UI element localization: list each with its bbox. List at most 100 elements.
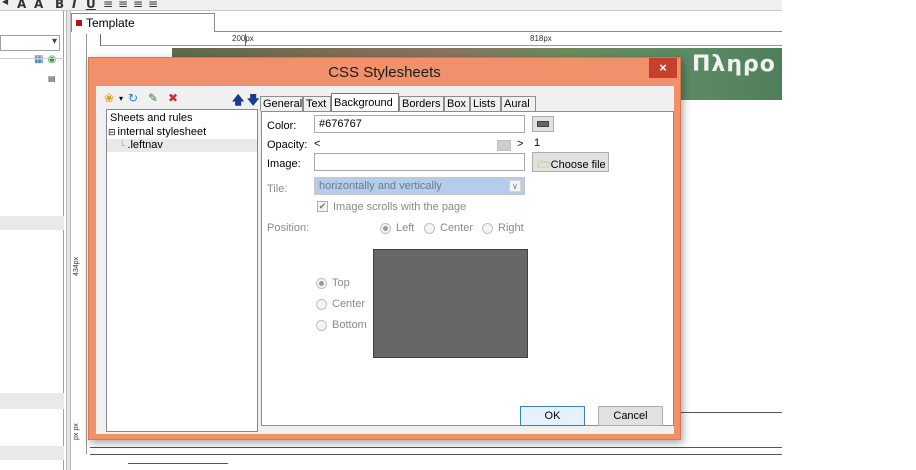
image-input[interactable] bbox=[314, 153, 525, 171]
panel-select[interactable]: ▾ bbox=[0, 35, 60, 51]
banner-title: Πληρο bbox=[692, 52, 776, 77]
tree-item-label: internal stylesheet bbox=[117, 126, 207, 138]
position-left-radio[interactable] bbox=[380, 223, 391, 234]
content-width: 818px bbox=[530, 34, 552, 43]
dialog-body: ❀ ▾ ↻ ✎ ✖ 🡅 🡇 Sheets and rules ⊟ internal… bbox=[96, 86, 674, 434]
tile-label: Tile: bbox=[267, 183, 288, 195]
delete-icon[interactable]: ✖ bbox=[168, 91, 178, 105]
tab-aural[interactable]: Aural bbox=[501, 96, 536, 111]
scroll-checkbox[interactable]: ✔ bbox=[317, 201, 328, 212]
dropdown-arrow-icon[interactable]: ▾ bbox=[119, 94, 123, 103]
stylesheet-tree[interactable]: Sheets and rules ⊟ internal stylesheet └.… bbox=[106, 109, 258, 432]
color-swatch bbox=[537, 121, 549, 127]
bold-button[interactable]: B bbox=[55, 0, 64, 11]
slider-decrease-arrow[interactable]: < bbox=[314, 138, 320, 150]
toolbar-arrow-icon[interactable]: ◀ bbox=[2, 0, 8, 6]
tree-item-internal-stylesheet[interactable]: ⊟ internal stylesheet bbox=[108, 126, 206, 139]
dialog-title: CSS Stylesheets bbox=[328, 64, 441, 81]
slider-thumb[interactable] bbox=[497, 140, 511, 151]
position-label: Position: bbox=[267, 222, 310, 234]
background-panel: Color: #676767 Opacity: < > 1 Image: 🗁Ch… bbox=[261, 111, 674, 426]
stylesheet-toolbar: ❀ ▾ ↻ ✎ ✖ 🡅 🡇 bbox=[104, 91, 260, 109]
ruler-mark bbox=[245, 34, 246, 46]
tab-lists[interactable]: Lists bbox=[470, 96, 501, 111]
position-left-label: Left bbox=[396, 222, 415, 234]
ruler-mark bbox=[100, 34, 101, 46]
position-center-radio[interactable] bbox=[424, 223, 435, 234]
tile-select-value: horizontally and vertically bbox=[319, 180, 442, 192]
vertical-ruler: 434px px px bbox=[73, 34, 87, 454]
panel-section-header bbox=[0, 216, 64, 230]
align-center-icon[interactable]: ≡ bbox=[118, 0, 128, 11]
opacity-value: 1 bbox=[534, 137, 541, 149]
pin-icon[interactable]: ▤ bbox=[48, 74, 56, 83]
choose-file-label: Choose file bbox=[550, 159, 606, 171]
slider-increase-arrow[interactable]: > bbox=[517, 138, 523, 150]
divider bbox=[0, 58, 64, 59]
color-label: Color: bbox=[267, 120, 297, 132]
align-left-icon[interactable]: ≡ bbox=[103, 0, 113, 11]
refresh-icon[interactable]: ↻ bbox=[128, 91, 138, 105]
opacity-label: Opacity: bbox=[267, 139, 308, 151]
css-stylesheets-dialog: CSS Stylesheets × ❀ ▾ ↻ ✎ ✖ 🡅 🡇 Sheets a… bbox=[88, 57, 681, 440]
tab-template[interactable]: Template bbox=[71, 13, 215, 32]
opacity-slider[interactable]: < > bbox=[314, 138, 524, 151]
italic-button[interactable]: I bbox=[72, 0, 76, 11]
color-picker-button[interactable] bbox=[532, 116, 554, 132]
left-side-panel: ▾ ▦ ◉ ▤ bbox=[0, 11, 64, 470]
background-preview bbox=[373, 249, 528, 358]
tab-background[interactable]: Background bbox=[331, 93, 399, 112]
panel-section-header bbox=[0, 446, 64, 460]
bottom-height-label: px px bbox=[73, 423, 80, 441]
color-input[interactable]: #676767 bbox=[314, 115, 525, 133]
chevron-down-icon: ▾ bbox=[51, 36, 57, 47]
tab-text[interactable]: Text bbox=[303, 96, 331, 111]
tab-box[interactable]: Box bbox=[444, 96, 470, 111]
formatting-toolbar: ◀ A A B I U ≡ ≡ ≡ ≡ bbox=[0, 0, 782, 11]
ok-button[interactable]: OK bbox=[520, 406, 585, 426]
position-top-label: Top bbox=[332, 277, 350, 289]
choose-file-button[interactable]: 🗁Choose file bbox=[532, 152, 609, 172]
tree-item-label: .leftnav bbox=[127, 139, 163, 151]
horizontal-ruler: 200px 818px bbox=[100, 34, 782, 46]
layout-guide bbox=[90, 447, 782, 448]
position-bottom-radio[interactable] bbox=[316, 320, 327, 331]
tab-general[interactable]: General bbox=[260, 96, 303, 111]
image-label: Image: bbox=[267, 158, 301, 170]
document-icon bbox=[76, 20, 82, 26]
layout-guide bbox=[128, 463, 228, 464]
justify-icon[interactable]: ≡ bbox=[148, 0, 158, 11]
tree-item-leftnav[interactable]: └ .leftnav bbox=[107, 139, 257, 152]
tab-template-label: Template bbox=[86, 16, 135, 30]
panel-icons: ▦ ◉ bbox=[34, 54, 60, 65]
position-bottom-label: Bottom bbox=[332, 319, 367, 331]
left-column-width: 200px bbox=[232, 34, 254, 43]
position-center-label: Center bbox=[440, 222, 474, 234]
tab-borders[interactable]: Borders bbox=[399, 96, 444, 111]
folder-icon: 🗁 bbox=[537, 159, 551, 171]
close-button[interactable]: × bbox=[649, 58, 677, 78]
position-right-label: Right bbox=[498, 222, 524, 234]
tree-header: Sheets and rules bbox=[110, 112, 193, 124]
position-vcenter-radio[interactable] bbox=[316, 299, 327, 310]
align-right-icon[interactable]: ≡ bbox=[133, 0, 143, 11]
chevron-down-icon: ∨ bbox=[509, 180, 521, 192]
decrease-font-button[interactable]: A bbox=[34, 0, 43, 11]
tree-branch-icon: └ bbox=[119, 140, 126, 150]
position-vcenter-label: Center bbox=[332, 298, 366, 310]
tile-select[interactable]: horizontally and vertically ∨ bbox=[314, 177, 525, 195]
height-label: 434px bbox=[73, 256, 80, 276]
scroll-checkbox-label: Image scrolls with the page bbox=[333, 201, 467, 213]
increase-font-button[interactable]: A bbox=[17, 0, 26, 11]
new-stylesheet-icon[interactable]: ❀ bbox=[104, 91, 114, 105]
panel-section-header bbox=[0, 393, 64, 409]
position-top-radio[interactable] bbox=[316, 278, 327, 289]
cancel-button[interactable]: Cancel bbox=[598, 406, 663, 426]
grid-icon[interactable]: ▦ bbox=[34, 54, 43, 65]
position-right-radio[interactable] bbox=[482, 223, 493, 234]
collapse-icon[interactable]: ⊟ bbox=[108, 127, 116, 138]
globe-icon[interactable]: ◉ bbox=[47, 54, 56, 65]
layout-guide bbox=[90, 454, 782, 455]
underline-button[interactable]: U bbox=[86, 0, 96, 11]
edit-rule-icon[interactable]: ✎ bbox=[148, 91, 158, 105]
